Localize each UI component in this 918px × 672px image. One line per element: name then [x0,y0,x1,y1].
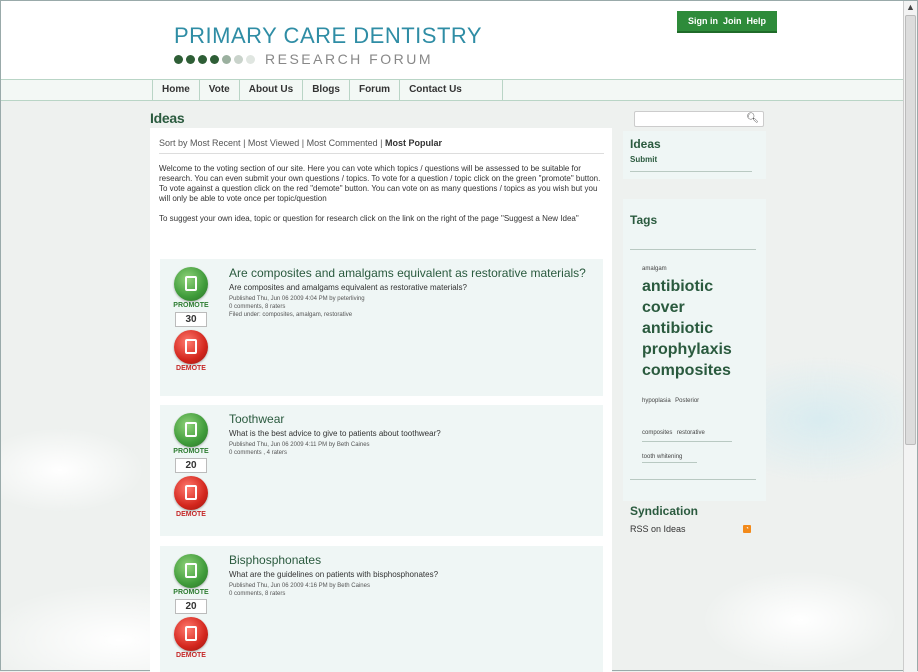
intro-text: Welcome to the voting section of our sit… [159,164,604,234]
idea-description: Are composites and amalgams equivalent a… [229,283,467,292]
logo-title: PRIMARY CARE DENTISTRY [174,23,483,48]
site-logo[interactable]: PRIMARY CARE DENTISTRY RESEARCH FORUM [174,23,482,67]
syndication-heading: Syndication [630,504,699,518]
thumb-down-icon [185,339,197,354]
thumb-up-icon [185,276,197,291]
promote-label: PROMOTE [173,302,209,309]
submit-link[interactable]: Submit [630,155,759,164]
thumb-up-icon [185,563,197,578]
nav-blogs[interactable]: Blogs [303,80,350,100]
ideas-heading: Ideas [630,137,661,151]
intro-paragraph: To suggest your own idea, topic or quest… [159,214,579,223]
search-icon[interactable]: 🔍︎ [746,113,759,124]
idea-description: What are the guidelines on patients with… [229,570,439,579]
tag-antibiotic-prophylaxis[interactable]: antibiotic prophylaxis [642,318,759,360]
intro-paragraph: Welcome to the voting section of our sit… [159,164,601,203]
idea-card: PROMOTE 20 DEMOTE Toothwear What is the … [160,405,603,536]
idea-tags: Filed under: composites, amalgam, restor… [229,312,353,318]
sort-most-commented[interactable]: Most Commented [307,138,378,148]
tag-posterior[interactable]: Posterior [675,398,699,404]
idea-published: Published Thu, Jun 06 2009 4:04 PM by pe… [229,296,365,302]
idea-published: Published Thu, Jun 06 2009 4:16 PM by Be… [229,583,370,589]
site-header: PRIMARY CARE DENTISTRY RESEARCH FORUM Si… [1,1,905,79]
account-links: Sign in Join Help [677,11,777,33]
logo-dots [174,54,255,64]
thumb-down-icon [185,485,197,500]
vote-controls: PROMOTE 30 DEMOTE [172,267,210,372]
demote-label: DEMOTE [176,511,206,518]
tag-composites[interactable]: composites [642,360,759,381]
idea-title[interactable]: Toothwear [229,413,594,426]
divider [642,441,732,442]
scroll-thumb[interactable] [905,15,916,445]
idea-published: Published Thu, Jun 06 2009 4:11 PM by Be… [229,442,370,448]
promote-label: PROMOTE [173,448,209,455]
idea-title[interactable]: Bisphosphonates [229,554,594,567]
scroll-up-icon[interactable]: ▲ [904,1,917,14]
join-link[interactable]: Join [723,16,742,26]
sort-most-recent[interactable]: Most Recent [190,138,241,148]
nav-about-us[interactable]: About Us [240,80,304,100]
vote-controls: PROMOTE 20 DEMOTE [172,554,210,659]
nav-home[interactable]: Home [153,80,200,100]
page-title: Ideas [150,110,185,126]
nav-contact-us[interactable]: Contact Us [400,80,503,100]
promote-button[interactable] [174,413,208,447]
tag-cloud: amalgam antibiotic cover antibiotic prop… [630,266,759,463]
idea-comments[interactable]: 0 comments , 4 raters [229,449,594,457]
tag-hypoplasia[interactable]: hypoplasia [642,398,671,404]
vote-count: 20 [175,458,207,473]
nav-vote[interactable]: Vote [200,80,240,100]
vote-count: 30 [175,312,207,327]
tag-antibiotic-cover[interactable]: antibiotic cover [642,276,759,318]
vote-count: 20 [175,599,207,614]
main-nav-bar: Home Vote About Us Blogs Forum Contact U… [1,79,905,101]
sign-in-link[interactable]: Sign in [688,16,718,26]
idea-comments[interactable]: 0 comments, 8 raters [229,590,594,598]
thumb-down-icon [185,626,197,641]
tag-restorative[interactable]: restorative [677,430,705,436]
sort-label: Sort by [159,138,188,148]
tag-amalgam[interactable]: amalgam [642,266,759,272]
main-nav: Home Vote About Us Blogs Forum Contact U… [152,80,503,100]
ideas-panel: Ideas Submit [623,131,766,179]
promote-button[interactable] [174,267,208,301]
demote-button[interactable] [174,330,208,364]
demote-button[interactable] [174,617,208,651]
rss-link[interactable]: RSS on Ideas [630,524,686,534]
idea-card: PROMOTE 20 DEMOTE Bisphosphonates What a… [160,546,603,672]
sort-bar: Sort by Most Recent | Most Viewed | Most… [159,138,604,154]
logo-subtitle: RESEARCH FORUM [265,51,434,67]
idea-title[interactable]: Are composites and amalgams equivalent a… [229,267,594,280]
tag-composites-small[interactable]: composites [642,430,672,436]
sort-most-popular[interactable]: Most Popular [385,138,442,148]
divider [630,249,756,250]
divider [630,479,756,480]
divider [630,171,752,172]
demote-label: DEMOTE [176,365,206,372]
vertical-scrollbar[interactable]: ▲ [903,1,917,672]
tag-tooth-whitening[interactable]: tooth whitening [642,454,759,460]
help-link[interactable]: Help [747,16,767,26]
thumb-up-icon [185,422,197,437]
tags-heading: Tags [630,213,658,227]
sort-most-viewed[interactable]: Most Viewed [248,138,299,148]
promote-button[interactable] [174,554,208,588]
demote-button[interactable] [174,476,208,510]
tags-panel: Tags amalgam antibiotic cover antibiotic… [623,199,766,534]
promote-label: PROMOTE [173,589,209,596]
vote-controls: PROMOTE 20 DEMOTE [172,413,210,518]
idea-card: PROMOTE 30 DEMOTE Are composites and ama… [160,259,603,396]
idea-comments[interactable]: 0 comments, 8 raters [229,303,594,311]
page: PRIMARY CARE DENTISTRY RESEARCH FORUM Si… [1,1,905,672]
idea-description: What is the best advice to give to patie… [229,429,441,438]
rss-icon[interactable]: ◔ [743,525,751,533]
nav-forum[interactable]: Forum [350,80,401,100]
divider [642,462,697,463]
search-input[interactable]: 🔍︎ [634,111,764,127]
demote-label: DEMOTE [176,652,206,659]
main-content: Sort by Most Recent | Most Viewed | Most… [150,128,612,672]
